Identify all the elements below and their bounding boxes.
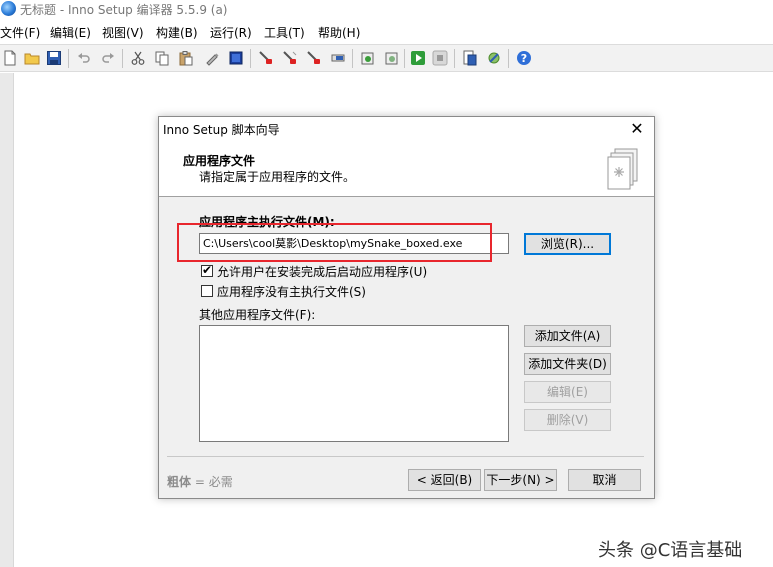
close-icon[interactable]: ✕ <box>620 117 654 141</box>
menu-bar: 文件(F) 编辑(E) 视图(V) 构建(B) 运行(R) 工具(T) 帮助(H… <box>0 22 773 42</box>
dialog-header: 应用程序文件 请指定属于应用程序的文件。 <box>159 141 654 197</box>
clean-icon[interactable] <box>306 50 322 66</box>
cut-icon[interactable] <box>130 50 146 66</box>
menu-file[interactable]: 文件(F) <box>0 24 40 41</box>
footer-divider <box>167 456 644 457</box>
stop-compile-icon[interactable] <box>282 50 298 66</box>
paste-icon[interactable] <box>178 50 194 66</box>
script-wizard-dialog: Inno Setup 脚本向导 ✕ 应用程序文件 请指定属于应用程序的文件。 应… <box>158 116 655 499</box>
undo-icon[interactable] <box>76 50 92 66</box>
menu-tools[interactable]: 工具(T) <box>264 24 305 41</box>
next-button[interactable]: 下一步(N) > <box>484 469 557 491</box>
new-file-icon[interactable] <box>2 50 18 66</box>
menu-help[interactable]: 帮助(H) <box>318 24 360 41</box>
header-title: 应用程序文件 <box>183 154 256 168</box>
settings-icon[interactable] <box>486 50 502 66</box>
required-hint-rest: = 必需 <box>191 475 233 489</box>
browse-button[interactable]: 浏览(R)... <box>524 233 611 255</box>
required-hint: 粗体 = 必需 <box>167 473 233 490</box>
allow-launch-checkbox[interactable]: ✔ <box>201 263 213 277</box>
stop-icon[interactable] <box>432 50 448 66</box>
run-setup-icon[interactable] <box>360 50 376 66</box>
target-file-icon[interactable] <box>462 50 478 66</box>
save-icon[interactable] <box>46 50 62 66</box>
redo-icon[interactable] <box>100 50 116 66</box>
annotation-highlight-box <box>177 223 492 262</box>
help-icon[interactable]: ? <box>516 50 532 66</box>
menu-run[interactable]: 运行(R) <box>210 24 252 41</box>
pause-icon[interactable] <box>384 50 400 66</box>
copy-icon[interactable] <box>154 50 170 66</box>
toolbar: ? <box>0 44 773 72</box>
dialog-title: Inno Setup 脚本向导 <box>163 123 280 137</box>
menu-edit[interactable]: 编辑(E) <box>50 24 91 41</box>
add-folder-button[interactable]: 添加文件夹(D) <box>524 353 611 375</box>
back-button[interactable]: < 返回(B) <box>408 469 481 491</box>
no-main-exe-label[interactable]: 应用程序没有主执行文件(S) <box>217 283 366 300</box>
compile-icon[interactable] <box>258 50 274 66</box>
allow-launch-label[interactable]: 允许用户在安装完成后启动应用程序(U) <box>217 263 427 280</box>
other-files-list[interactable] <box>199 325 509 442</box>
cancel-button[interactable]: 取消 <box>568 469 641 491</box>
run-icon[interactable] <box>410 50 426 66</box>
dialog-titlebar: Inno Setup 脚本向导 ✕ <box>159 117 654 141</box>
svg-text:?: ? <box>521 52 527 65</box>
edit-pencil-icon[interactable] <box>204 50 220 66</box>
required-hint-bold: 粗体 <box>167 475 192 489</box>
add-files-button[interactable]: 添加文件(A) <box>524 325 611 347</box>
no-main-exe-checkbox[interactable] <box>201 285 213 297</box>
delete-button[interactable]: 删除(V) <box>524 409 611 431</box>
window-titlebar: 无标题 - Inno Setup 编译器 5.5.9 (a) <box>0 0 773 20</box>
watermark: 头条 @C语言基础 <box>598 540 743 561</box>
window-title: 无标题 - Inno Setup 编译器 5.5.9 (a) <box>20 3 228 17</box>
toggle-icon[interactable] <box>330 50 346 66</box>
header-subtitle: 请指定属于应用程序的文件。 <box>199 170 356 184</box>
menu-view[interactable]: 视图(V) <box>102 24 144 41</box>
edit-button[interactable]: 编辑(E) <box>524 381 611 403</box>
wizard-pages-icon <box>607 148 638 190</box>
inno-setup-app-icon <box>1 1 16 16</box>
other-files-label: 其他应用程序文件(F): <box>199 308 316 322</box>
open-folder-icon[interactable] <box>24 50 40 66</box>
select-all-icon[interactable] <box>228 50 244 66</box>
editor-gutter <box>0 73 14 567</box>
menu-build[interactable]: 构建(B) <box>156 24 198 41</box>
